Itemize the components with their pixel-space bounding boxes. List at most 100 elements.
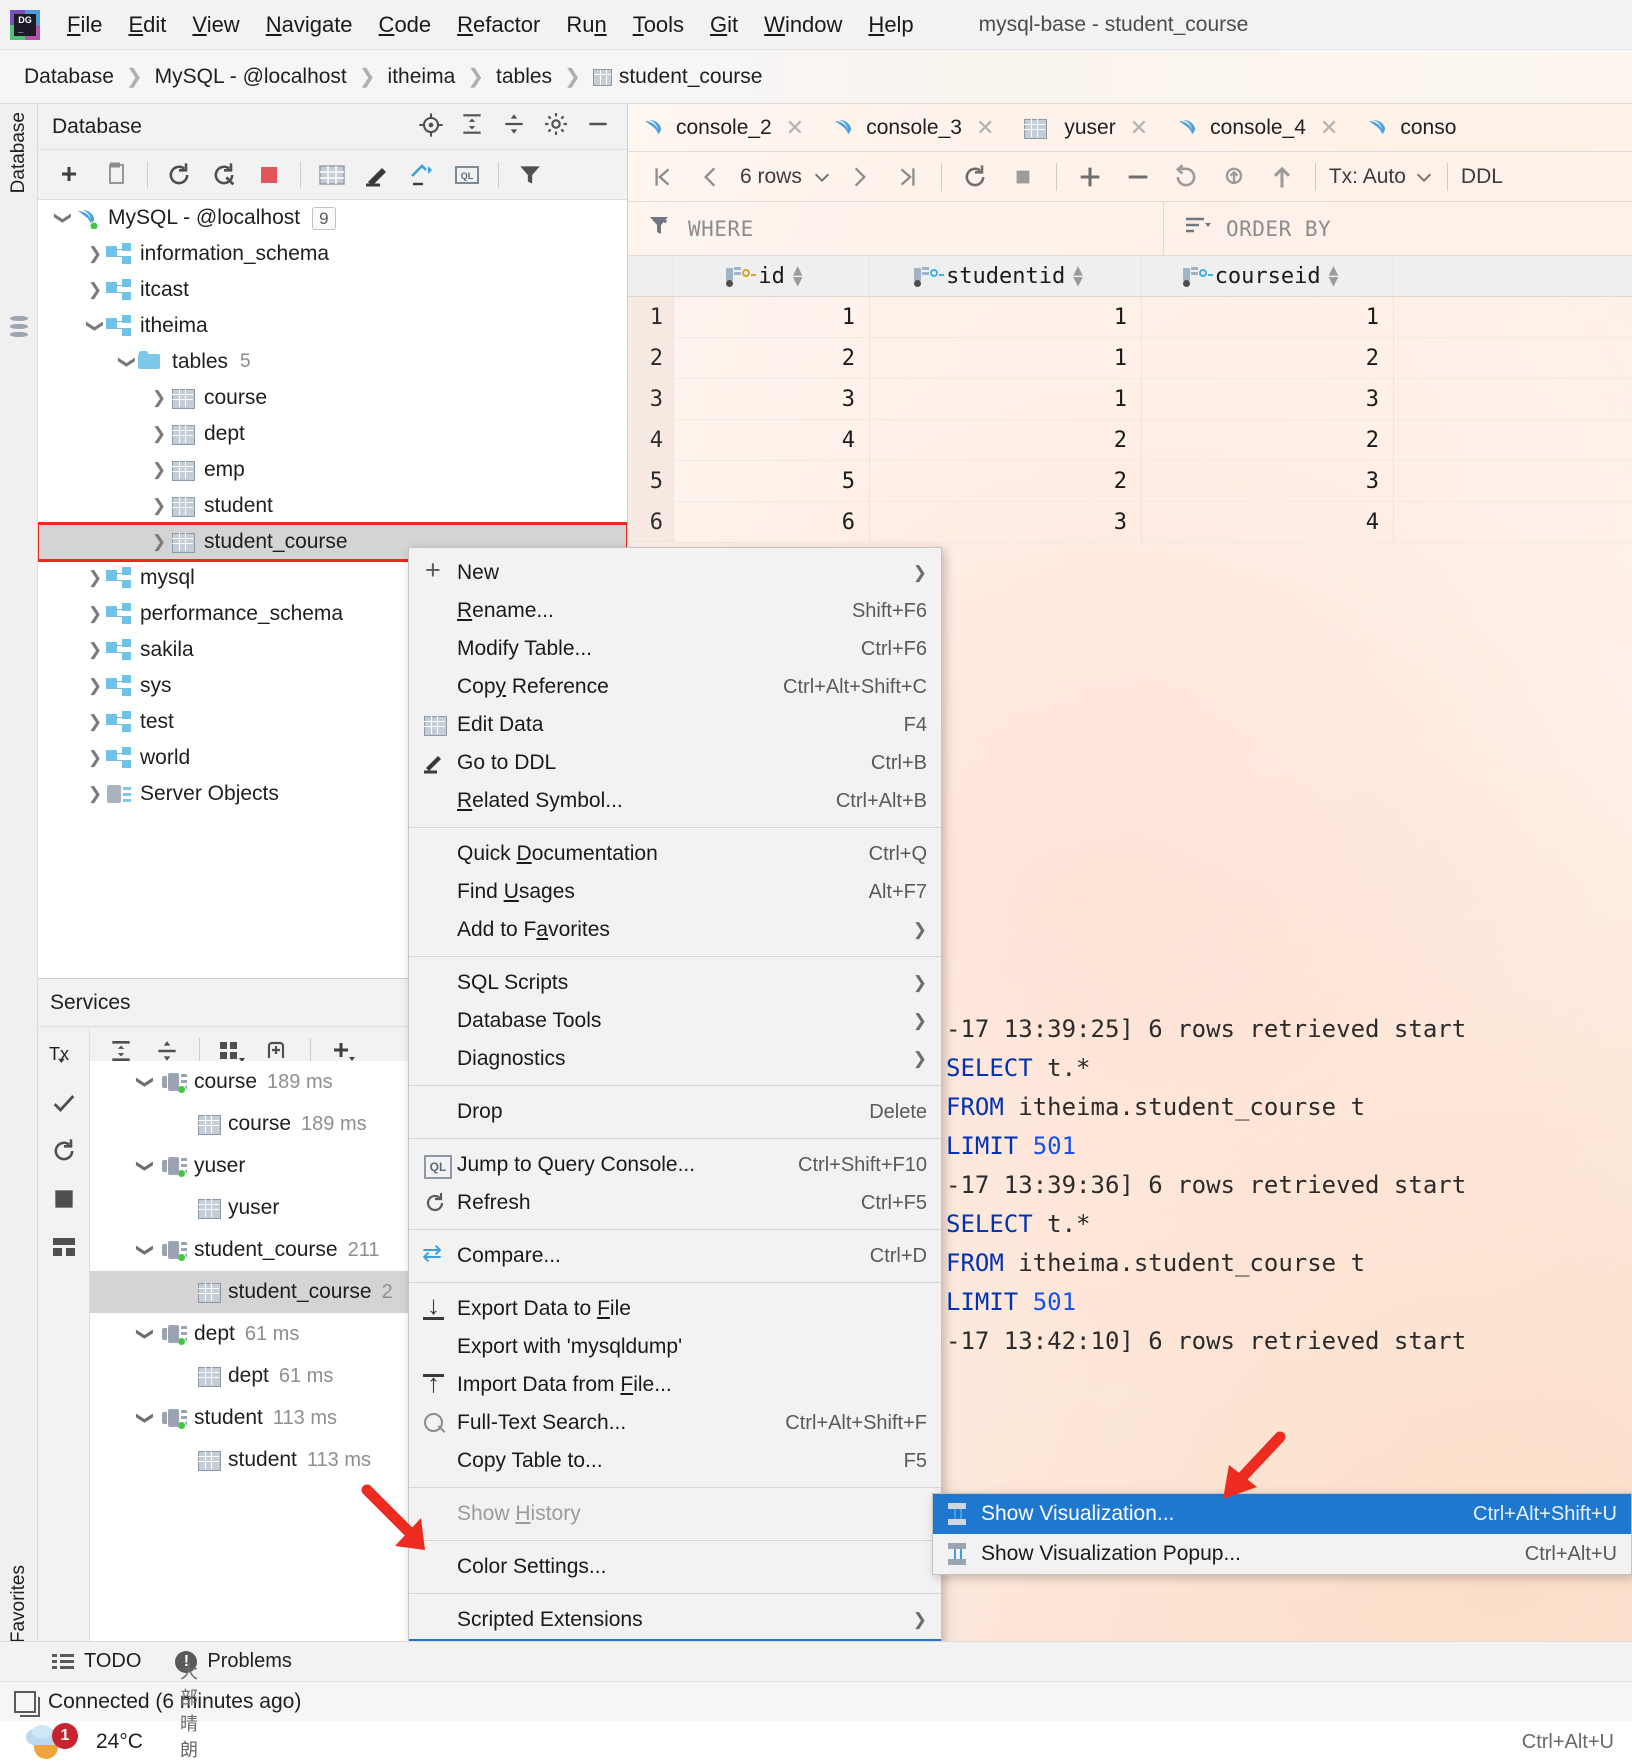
chevron-down-icon[interactable]: ❯ [135,1401,155,1435]
chevron-down-icon[interactable]: ❯ [135,1149,155,1183]
close-icon[interactable]: ✕ [782,115,808,141]
sort-icon[interactable] [1184,215,1212,242]
chevron-down-icon[interactable] [1410,156,1438,198]
grid-cell[interactable]: 4 [674,420,870,461]
grid-row[interactable]: 4422 [628,420,1632,461]
stop-icon[interactable] [999,156,1047,198]
menu-file[interactable]: File [54,12,115,38]
result-grid[interactable]: id ▲ ▼ studentid ▲ ▼ courseid ▲ ▼ 1 1 1 1 2 2 1 2 3 3 1 3 4 4 2… [628,256,1632,544]
grid-cell[interactable]: 1 [870,379,1142,420]
menu-item-compare[interactable]: Compare... Ctrl+D [409,1237,941,1275]
grid-cell[interactable]: 4 [1142,502,1394,543]
sync-icon[interactable] [203,155,245,195]
chevron-down-icon[interactable]: ❯ [117,351,137,373]
weather-icon[interactable]: 1 [26,1723,80,1759]
grid-cell[interactable]: 3 [870,502,1142,543]
menu-item-diagnostics[interactable]: Diagnostics ❯ [409,1040,941,1078]
ddl-label[interactable]: DDL [1457,165,1507,189]
menu-item-export-with-mysqldump[interactable]: Export with 'mysqldump' [409,1328,941,1366]
grid-cell[interactable]: 3 [1142,379,1394,420]
strip-button-favorites[interactable]: Favorites [8,1565,30,1643]
grid-row[interactable]: 6634 [628,502,1632,543]
menu-item-modify-table[interactable]: Modify Table... Ctrl+F6 [409,630,941,668]
menu-help[interactable]: Help [855,12,926,38]
stop-icon[interactable] [248,155,290,195]
submit-icon[interactable] [1258,156,1306,198]
jump-icon[interactable] [401,155,443,195]
table-editor-icon[interactable] [311,155,353,195]
expand-all-icon[interactable] [459,111,493,143]
menu-edit[interactable]: Edit [115,12,179,38]
chevron-down-icon[interactable]: ❯ [135,1065,155,1099]
bottom-tab-todo[interactable]: TODO [52,1650,141,1673]
chevron-right-icon[interactable]: ❯ [84,244,106,264]
db-tree-node-tables[interactable]: ❯ tables 5 [38,344,627,380]
grid-cell[interactable]: 2 [1142,420,1394,461]
context-menu[interactable]: New ❯ Rename... Shift+F6 Modify Table... Ctrl… [408,547,942,1678]
menu-item-jump-to-query-console[interactable]: Jump to Query Console... Ctrl+Shift+F10 [409,1146,941,1184]
query-console-icon[interactable]: QL [446,155,488,195]
reload-icon[interactable] [951,156,999,198]
prev-page-icon[interactable] [686,156,734,198]
chevron-right-icon[interactable]: ❯ [84,280,106,300]
chevron-down-icon[interactable]: ❯ [85,315,105,337]
db-tree-node-mysql-localhost[interactable]: ❯ MySQL - @localhost 9 [38,200,627,236]
chevron-right-icon[interactable]: ❯ [84,604,106,624]
submenu-item-show-visualization-popup[interactable]: Show Visualization Popup... Ctrl+Alt+U [933,1534,1631,1574]
menu-item-refresh[interactable]: Refresh Ctrl+F5 [409,1184,941,1222]
tx-mode-label[interactable]: Tx: Auto [1325,165,1410,189]
menu-refactor[interactable]: Refactor [444,12,553,38]
grid-cell[interactable]: 1 [870,297,1142,338]
close-icon[interactable]: ✕ [1316,115,1342,141]
chevron-right-icon[interactable]: ❯ [148,460,170,480]
menu-item-scripted-extensions[interactable]: Scripted Extensions ❯ [409,1601,941,1639]
menu-item-copy-table-to[interactable]: Copy Table to... F5 [409,1442,941,1480]
collapse-all-icon[interactable] [501,111,535,143]
row-count-label[interactable]: 6 rows [734,165,808,189]
menu-item-copy-reference[interactable]: Copy Reference Ctrl+Alt+Shift+C [409,668,941,706]
sort-toggle-icon[interactable]: ▲ ▼ [1329,262,1339,289]
grid-cell[interactable]: 2 [870,420,1142,461]
chevron-down-icon[interactable]: ❯ [53,207,73,229]
menu-item-new[interactable]: New ❯ [409,554,941,592]
grid-cell[interactable]: 2 [870,461,1142,502]
menu-item-full-text-search[interactable]: Full-Text Search... Ctrl+Alt+Shift+F [409,1404,941,1442]
menu-item-sql-scripts[interactable]: SQL Scripts ❯ [409,964,941,1002]
strip-button-database[interactable]: Database [8,112,30,193]
chevron-right-icon[interactable]: ❯ [84,640,106,660]
menu-item-rename[interactable]: Rename... Shift+F6 [409,592,941,630]
menu-item-drop[interactable]: Drop Delete [409,1093,941,1131]
revert-selected-icon[interactable] [1210,156,1258,198]
add-icon[interactable] [50,155,92,195]
menu-run[interactable]: Run [553,12,619,38]
db-tree-node-information_schema[interactable]: ❯ information_schema [38,236,627,272]
menu-item-color-settings[interactable]: Color Settings... [409,1548,941,1586]
breadcrumb-item-table[interactable]: student_course [592,65,762,89]
grid-row[interactable]: 3313 [628,379,1632,420]
chevron-right-icon[interactable]: ❯ [148,496,170,516]
menu-item-find-usages[interactable]: Find Usages Alt+F7 [409,873,941,911]
menu-item-import-data-from-file[interactable]: Import Data from File... [409,1366,941,1404]
grid-row[interactable]: 5523 [628,461,1632,502]
check-icon[interactable] [44,1083,84,1123]
filter-icon[interactable] [509,155,551,195]
grid-cell[interactable]: 1 [870,338,1142,379]
menu-item-quick-documentation[interactable]: Quick Documentation Ctrl+Q [409,835,941,873]
editor-tab-yuser[interactable]: yuser ✕ [1008,105,1162,151]
menu-item-edit-data[interactable]: Edit Data F4 [409,706,941,744]
db-tree-node-student[interactable]: ❯ student [38,488,627,524]
chevron-right-icon[interactable]: ❯ [84,568,106,588]
db-tree-node-emp[interactable]: ❯ emp [38,452,627,488]
grid-row[interactable]: 2212 [628,338,1632,379]
close-icon[interactable]: ✕ [1126,115,1152,141]
db-tree-node-itcast[interactable]: ❯ itcast [38,272,627,308]
grid-cell[interactable]: 3 [674,379,870,420]
grid-cell[interactable]: 2 [1142,338,1394,379]
menu-item-export-data-to-file[interactable]: Export Data to File [409,1290,941,1328]
refresh-icon[interactable] [158,155,200,195]
locate-icon[interactable] [417,111,451,143]
chevron-right-icon[interactable]: ❯ [148,532,170,552]
chevron-right-icon[interactable]: ❯ [84,676,106,696]
submenu-item-show-visualization[interactable]: Show Visualization... Ctrl+Alt+Shift+U [933,1494,1631,1534]
editor-tab-conso[interactable]: conso [1352,105,1466,151]
